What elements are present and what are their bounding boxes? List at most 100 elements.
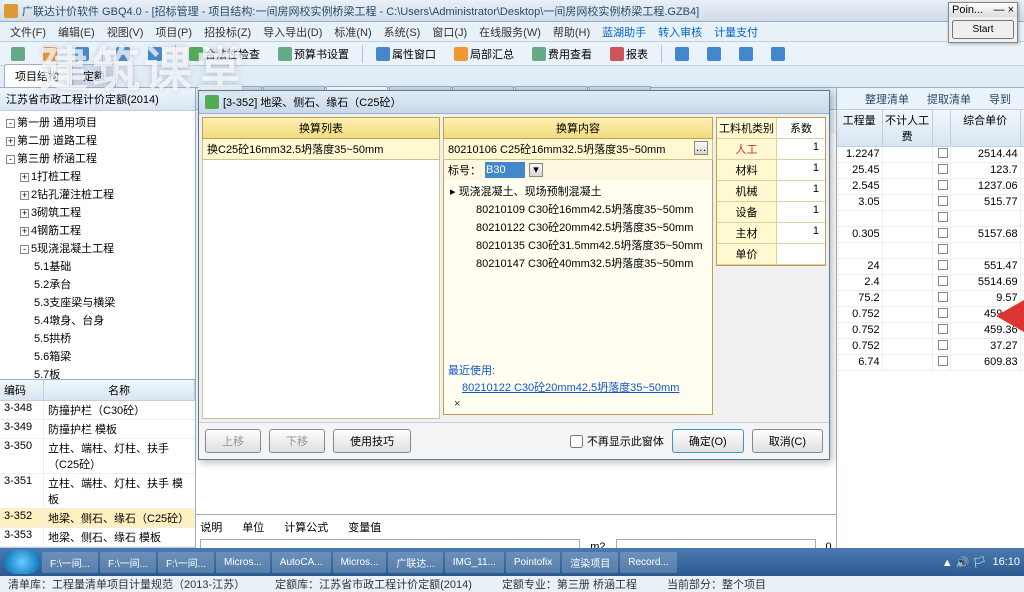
menu-view[interactable]: 视图(V) <box>101 24 150 40</box>
menu-lanhu[interactable]: 蓝湖助手 <box>596 24 652 40</box>
tree-item[interactable]: 5.5拱桥 <box>2 329 193 347</box>
menu-sys[interactable]: 系统(S) <box>378 24 427 40</box>
data-row[interactable]: 6.74609.83 <box>837 355 1024 371</box>
factor-row[interactable]: 人工1 <box>717 139 825 160</box>
code-list-row[interactable]: 3-348防撞护栏（C30砼） <box>0 401 195 420</box>
data-row[interactable]: 2.5451237.06 <box>837 179 1024 195</box>
dd-item-0[interactable]: 80210109 C30砼16mm42.5坍落度35~50mm <box>448 200 708 218</box>
btn-down[interactable]: 下移 <box>269 429 325 453</box>
start-button[interactable] <box>4 550 40 574</box>
tray-icons[interactable]: ▲ 🔊 🏳 <box>942 556 987 569</box>
taskbar-item[interactable]: F:\一间... <box>158 552 214 573</box>
tree-item[interactable]: -5现浇混凝土工程 <box>2 239 193 257</box>
btn-cancel[interactable]: 取消(C) <box>752 429 823 453</box>
dropdown-close[interactable]: × <box>448 396 708 412</box>
data-row[interactable]: 0.3055157.68 <box>837 227 1024 243</box>
factor-row[interactable]: 材料1 <box>717 160 825 181</box>
data-row[interactable]: 2.45514.69 <box>837 275 1024 291</box>
tb-budget[interactable]: 预算书设置 <box>271 43 356 65</box>
dropdown-arrow-icon[interactable]: ▾ <box>529 163 543 177</box>
data-row[interactable]: 25.45123.7 <box>837 163 1024 179</box>
code-list-row[interactable]: 3-350立柱、端柱、灯柱、扶手（C25砼） <box>0 439 195 474</box>
dd-item-3[interactable]: 80210147 C30砼40mm32.5坍落度35~50mm <box>448 254 708 272</box>
col1-value[interactable]: 换C25砼16mm32.5坍落度35~50mm <box>202 139 440 160</box>
tb-fee[interactable]: 费用查看 <box>525 43 599 65</box>
menu-io[interactable]: 导入导出(D) <box>257 24 328 40</box>
tree-item[interactable]: 5.1基础 <box>2 257 193 275</box>
menu-audit[interactable]: 转入审核 <box>652 24 708 40</box>
tb-nav-last[interactable] <box>764 44 792 64</box>
code-list-row[interactable]: 3-349防撞护栏 模板 <box>0 420 195 439</box>
menu-bid[interactable]: 招投标(Z) <box>198 24 257 40</box>
dialog-titlebar[interactable]: [3-352] 地梁、侧石、缘石（C25砼） <box>199 91 829 114</box>
taskbar-item[interactable]: Micros... <box>216 552 270 573</box>
tb-check[interactable]: 合法性检查 <box>182 43 267 65</box>
taskbar-item[interactable]: 广联达... <box>388 552 442 573</box>
tree-item[interactable]: +1打桩工程 <box>2 167 193 185</box>
menu-help[interactable]: 帮助(H) <box>547 24 596 40</box>
tb-nav-first[interactable] <box>668 44 696 64</box>
system-tray[interactable]: ▲ 🔊 🏳 16:10 <box>942 556 1020 569</box>
rsb-0[interactable]: 整理清单 <box>858 89 916 109</box>
rsb-2[interactable]: 导到 <box>982 89 1018 109</box>
recent-link[interactable]: 80210122 C30砼20mm42.5坍落度35~50mm <box>448 378 708 396</box>
factor-row[interactable]: 主材1 <box>717 223 825 244</box>
taskbar-item[interactable]: IMG_11... <box>445 552 504 573</box>
data-row[interactable] <box>837 211 1024 227</box>
clock[interactable]: 16:10 <box>992 556 1020 568</box>
tab-quota[interactable]: 定额 <box>72 64 116 87</box>
dd-item-2[interactable]: 80210135 C30砼31.5mm42.5坍落度35~50mm <box>448 236 708 254</box>
btn-ok[interactable]: 确定(O) <box>672 429 744 453</box>
tab-structure[interactable]: 项目结构 <box>4 64 70 87</box>
btn-tip[interactable]: 使用技巧 <box>333 429 411 453</box>
code-list-row[interactable]: 3-352地梁、侧石、缘石（C25砼） <box>0 509 195 528</box>
taskbar-item[interactable]: Pointofix <box>506 552 560 573</box>
pointofix-close[interactable]: × <box>1008 4 1014 16</box>
tb-local[interactable]: 局部汇总 <box>447 43 521 65</box>
tb-undo[interactable] <box>109 44 137 64</box>
tree-item[interactable]: -第三册 桥涵工程 <box>2 149 193 167</box>
menu-online[interactable]: 在线服务(W) <box>473 24 547 40</box>
factor-row[interactable]: 设备1 <box>717 202 825 223</box>
tb-nav-next[interactable] <box>732 44 760 64</box>
rsb-1[interactable]: 提取清单 <box>920 89 978 109</box>
menu-pay[interactable]: 计量支付 <box>708 24 764 40</box>
tree-item[interactable]: +4钢筋工程 <box>2 221 193 239</box>
dont-show-checkbox[interactable]: 不再显示此窗体 <box>570 433 664 449</box>
data-row[interactable]: 24551.47 <box>837 259 1024 275</box>
tb-nav-prev[interactable] <box>700 44 728 64</box>
menu-edit[interactable]: 编辑(E) <box>52 24 101 40</box>
taskbar-item[interactable]: F:\一间... <box>42 552 98 573</box>
tb-new[interactable] <box>4 44 32 64</box>
taskbar-item[interactable]: 渲染项目 <box>562 552 618 573</box>
tb-open[interactable] <box>36 44 64 64</box>
tb-redo[interactable] <box>141 44 169 64</box>
data-row[interactable]: 1.22472514.44 <box>837 147 1024 163</box>
pointofix-window[interactable]: Poin... — × Start <box>948 2 1018 43</box>
factor-row[interactable]: 机械1 <box>717 181 825 202</box>
menu-file[interactable]: 文件(F) <box>4 24 52 40</box>
tree-item[interactable]: 5.3支座梁与横梁 <box>2 293 193 311</box>
col2-more-button[interactable]: … <box>694 141 708 155</box>
pointofix-min[interactable]: — <box>994 4 1005 16</box>
data-row[interactable]: 0.75237.27 <box>837 339 1024 355</box>
menu-std[interactable]: 标准(N) <box>328 24 377 40</box>
tree-item[interactable]: +3砌筑工程 <box>2 203 193 221</box>
taskbar-item[interactable]: AutoCA... <box>272 552 331 573</box>
tb-save[interactable] <box>68 44 96 64</box>
data-row[interactable] <box>837 243 1024 259</box>
factor-row[interactable]: 单价 <box>717 244 825 265</box>
data-row[interactable]: 3.05515.77 <box>837 195 1024 211</box>
code-list-row[interactable]: 3-353地梁、侧石、缘石 模板 <box>0 528 195 547</box>
tree-item[interactable]: 5.4墩身、台身 <box>2 311 193 329</box>
btn-up[interactable]: 上移 <box>205 429 261 453</box>
tree-item[interactable]: +2钻孔灌注桩工程 <box>2 185 193 203</box>
menu-project[interactable]: 项目(P) <box>149 24 198 40</box>
taskbar-item[interactable]: Record... <box>620 552 677 573</box>
tree-item[interactable]: 5.7板 <box>2 365 193 379</box>
taskbar-item[interactable]: F:\一间... <box>100 552 156 573</box>
taskbar-item[interactable]: Micros... <box>333 552 387 573</box>
tb-report[interactable]: 报表 <box>603 43 655 65</box>
dd-item-1[interactable]: 80210122 C30砼20mm42.5坍落度35~50mm <box>448 218 708 236</box>
tree-item[interactable]: -第一册 通用项目 <box>2 113 193 131</box>
